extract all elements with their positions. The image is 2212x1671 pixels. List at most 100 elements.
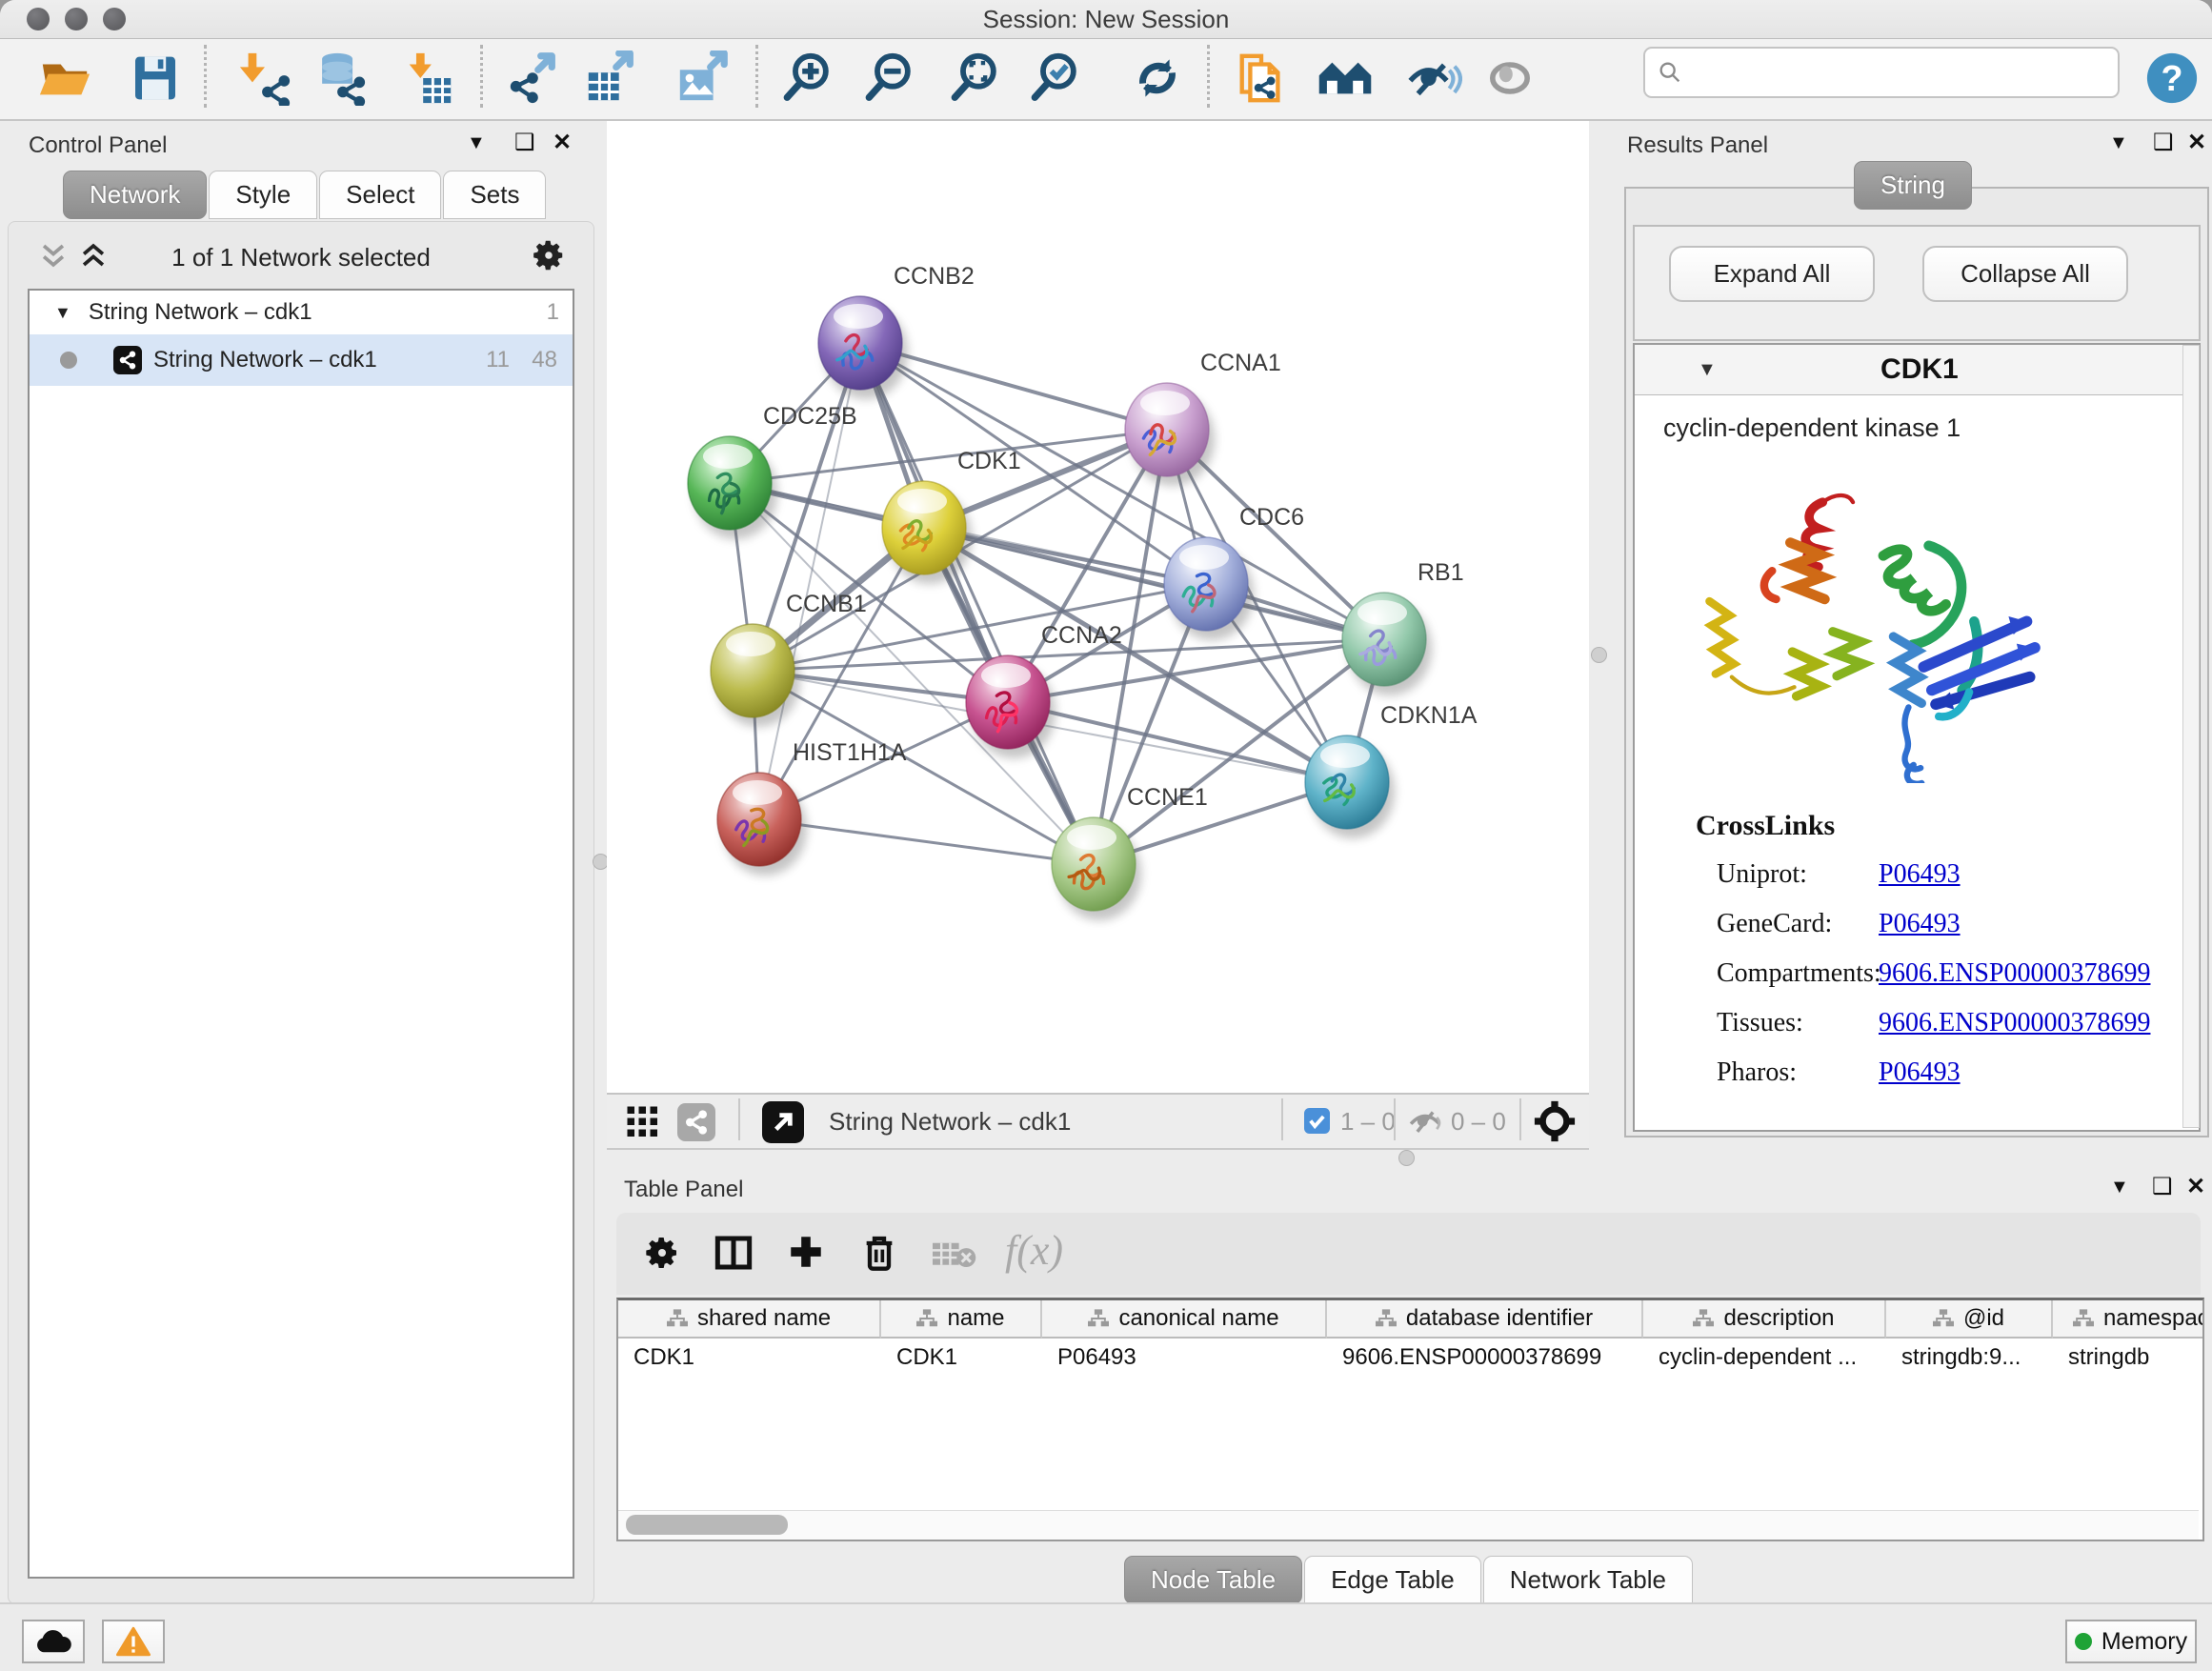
tab-select[interactable]: Select <box>319 171 441 219</box>
scrollbar-thumb[interactable] <box>626 1515 788 1535</box>
search-input[interactable] <box>1683 58 2118 87</box>
delete-table-button[interactable] <box>933 1241 976 1268</box>
tab-network-table[interactable]: Network Table <box>1483 1556 1693 1604</box>
control-panel-close-button[interactable]: ✕ <box>553 129 572 156</box>
expand-all-button[interactable]: Expand All <box>1669 246 1875 302</box>
zoom-fit-button[interactable] <box>944 47 1007 110</box>
show-columns-button[interactable] <box>714 1234 754 1272</box>
table-cell[interactable]: cyclin-dependent ... <box>1643 1340 1886 1375</box>
column-header-namespace[interactable]: namespace <box>2053 1300 2204 1339</box>
import-table-file-button[interactable] <box>397 47 460 110</box>
crosslink-value-link[interactable]: P06493 <box>1879 1057 1961 1088</box>
network-options-gear-icon[interactable] <box>531 237 567 273</box>
function-builder-button[interactable]: f(x) <box>1005 1226 1063 1275</box>
network-node-CCNB1[interactable]: CCNB1 <box>711 591 867 727</box>
first-neighbors-button[interactable] <box>1314 47 1377 110</box>
node-label-RB1: RB1 <box>1418 559 1464 586</box>
network-node-CDC6[interactable]: CDC6 <box>1164 504 1304 640</box>
help-button[interactable]: ? <box>2141 47 2203 110</box>
open-external-view-button[interactable] <box>762 1101 804 1143</box>
collection-disclosure-icon[interactable]: ▼ <box>54 303 71 323</box>
column-header-name[interactable]: name <box>881 1300 1042 1339</box>
eye-slash-icon <box>1405 50 1462 107</box>
horizontal-splitter-handle[interactable] <box>1398 1150 1415 1166</box>
table-cell[interactable]: P06493 <box>1042 1340 1327 1375</box>
collapse-all-button[interactable]: Collapse All <box>1922 246 2128 302</box>
network-node-HIST1H1A[interactable]: HIST1H1A <box>717 739 907 876</box>
new-network-from-selection-button[interactable] <box>1230 47 1293 110</box>
table-cell[interactable]: CDK1 <box>881 1340 1042 1375</box>
show-all-button[interactable] <box>1478 47 1541 110</box>
save-session-button[interactable] <box>124 47 187 110</box>
network-share-toggle-button[interactable] <box>677 1103 715 1141</box>
warning-button[interactable] <box>102 1620 165 1663</box>
right-splitter-handle[interactable] <box>1591 647 1607 663</box>
tab-string[interactable]: String <box>1854 161 1972 210</box>
control-panel-float-button[interactable]: ❑ <box>514 129 535 156</box>
network-edge-CCNB2-CCNE1[interactable] <box>860 343 1094 864</box>
open-session-button[interactable] <box>33 47 96 110</box>
tab-node-table[interactable]: Node Table <box>1124 1556 1302 1604</box>
control-panel-float-menu[interactable]: ▼ <box>467 132 486 154</box>
crosslink-value-link[interactable]: 9606.ENSP00000378699 <box>1879 1008 2150 1038</box>
center-view-button[interactable] <box>1533 1099 1577 1143</box>
table-cell[interactable]: 9606.ENSP00000378699 <box>1327 1340 1643 1375</box>
network-view-canvas[interactable]: CCNB2CCNA1CDC25BCDK1CDC6RB1CCNB1CCNA2CDK… <box>607 121 1589 1093</box>
crosslink-value-link[interactable]: P06493 <box>1879 909 1961 939</box>
zoom-selected-button[interactable] <box>1024 47 1087 110</box>
crosslink-value-link[interactable]: 9606.ENSP00000378699 <box>1879 958 2150 989</box>
table-cell[interactable]: stringdb <box>2053 1340 2204 1375</box>
export-table-file-button[interactable] <box>579 47 642 110</box>
import-table-icon <box>401 50 456 106</box>
cdk1-disclosure-icon[interactable]: ▼ <box>1698 359 1717 381</box>
table-panel-float-menu[interactable]: ▼ <box>2110 1177 2129 1198</box>
import-network-file-button[interactable] <box>233 47 296 110</box>
memory-button[interactable]: Memory <box>2065 1620 2197 1663</box>
table-panel-float-button[interactable]: ❑ <box>2152 1173 2173 1200</box>
add-column-button[interactable] <box>786 1232 826 1272</box>
network-node-CCNA1[interactable]: CCNA1 <box>1125 350 1281 486</box>
column-header-description[interactable]: description <box>1643 1300 1886 1339</box>
tab-edge-table[interactable]: Edge Table <box>1304 1556 1481 1604</box>
table-settings-gear-button[interactable] <box>643 1234 681 1272</box>
cdk1-section-header[interactable]: ▼ CDK1 <box>1635 345 2199 395</box>
column-header--id[interactable]: @id <box>1886 1300 2053 1339</box>
crosslink-value-link[interactable]: P06493 <box>1879 859 1961 890</box>
results-panel-close-button[interactable]: ✕ <box>2187 129 2206 156</box>
results-panel-float-button[interactable]: ❑ <box>2153 129 2174 156</box>
network-edge-CCNA2-CDKN1A[interactable] <box>1008 702 1347 782</box>
network-collection-row[interactable]: ▼ String Network – cdk1 1 <box>30 291 573 334</box>
selected-checkbox-icon[interactable] <box>1304 1108 1330 1134</box>
network-edge-HIST1H1A-CCNE1[interactable] <box>759 819 1094 864</box>
delete-column-button[interactable] <box>860 1232 898 1274</box>
hide-selected-button[interactable] <box>1402 47 1465 110</box>
network-row-selected[interactable]: String Network – cdk1 11 48 <box>30 334 573 386</box>
zoom-out-button[interactable] <box>858 47 921 110</box>
export-network-file-button[interactable] <box>501 47 564 110</box>
column-header-canonical-name[interactable]: canonical name <box>1042 1300 1327 1339</box>
network-edge-CDK1-RB1[interactable] <box>924 528 1384 639</box>
network-node-CCNA2[interactable]: CCNA2 <box>966 622 1122 758</box>
tab-network[interactable]: Network <box>63 171 207 219</box>
table-cell[interactable]: stringdb:9... <box>1886 1340 2053 1375</box>
cdk1-section: ▼ CDK1 cyclin-dependent kinase 1 <box>1633 343 2201 1132</box>
refresh-view-button[interactable] <box>1126 47 1189 110</box>
table-cell[interactable]: CDK1 <box>618 1340 881 1375</box>
zoom-in-button[interactable] <box>776 47 839 110</box>
network-node-RB1[interactable]: RB1 <box>1342 559 1464 695</box>
export-image-button[interactable] <box>671 47 734 110</box>
tab-style[interactable]: Style <box>209 171 317 219</box>
tab-sets[interactable]: Sets <box>443 171 546 219</box>
cloud-button[interactable] <box>22 1620 85 1663</box>
birds-eye-view-button[interactable] <box>626 1105 660 1139</box>
import-network-database-button[interactable] <box>309 47 372 110</box>
table-panel-close-button[interactable]: ✕ <box>2186 1173 2205 1200</box>
network-node-CCNE1[interactable]: CCNE1 <box>1052 784 1208 920</box>
results-scrollbar[interactable] <box>2182 345 2200 1128</box>
network-node-CCNB2[interactable]: CCNB2 <box>818 263 975 399</box>
column-header-database-identifier[interactable]: database identifier <box>1327 1300 1643 1339</box>
column-header-shared-name[interactable]: shared name <box>618 1300 881 1339</box>
table-horizontal-scrollbar[interactable] <box>618 1510 2199 1540</box>
network-node-CDKN1A[interactable]: CDKN1A <box>1305 702 1478 838</box>
results-panel-float-menu[interactable]: ▼ <box>2109 132 2128 154</box>
